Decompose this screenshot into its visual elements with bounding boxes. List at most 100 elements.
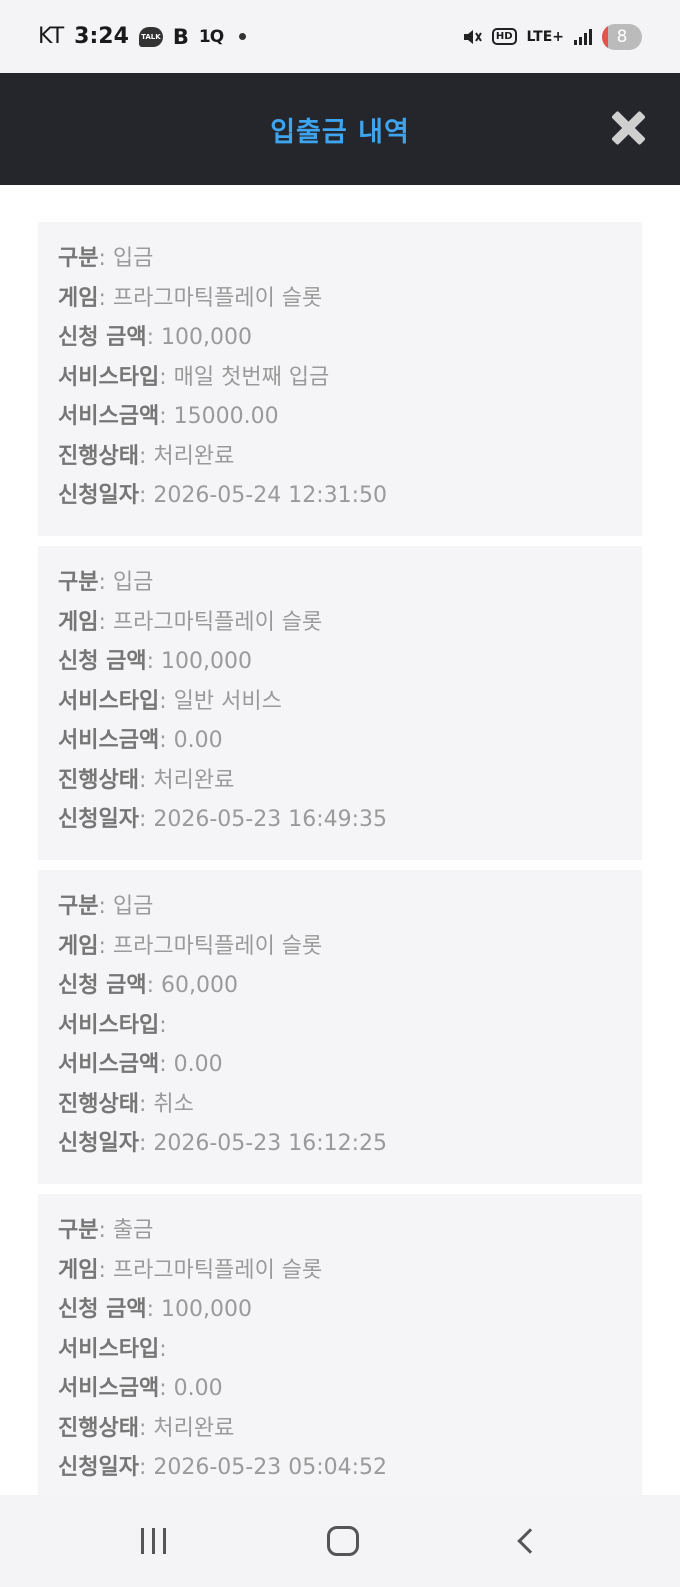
label-amount: 신청 금액 [58,649,147,674]
row-date: 신청일자: 2026-05-23 05:04:52 [58,1455,388,1480]
value-type: 입금 [112,570,154,595]
label-status: 진행상태 [58,1091,139,1117]
label-type: 구분 [58,570,99,595]
row-service-type: 서비스타입: 일반 서비스 [58,688,282,714]
row-game: 게임: 프라그마틱플레이 슬롯 [58,609,323,635]
row-status: 진행상태: 처리완료 [58,443,235,469]
label-status: 진행상태 [58,443,139,469]
transaction-list: 구분: 입금 게임: 프라그마틱플레이 슬롯 신청 금액: 100,000 서비… [38,222,642,1518]
value-service-amount: 15000.00 [173,404,279,429]
transaction-card: 구분: 출금 게임: 프라그마틱플레이 슬롯 신청 금액: 100,000 서비… [38,1194,642,1508]
row-status: 진행상태: 취소 [58,1091,194,1117]
row-service-amount: 서비스금액: 15000.00 [58,404,279,429]
lte-icon: LTE+ [526,28,564,45]
value-status: 처리완료 [153,767,235,793]
row-date: 신청일자: 2026-05-24 12:31:50 [58,483,388,508]
row-service-type: 서비스타입: 매일 첫번째 입금 [58,364,330,390]
value-amount: 100,000 [161,1297,253,1322]
row-service-amount: 서비스금액: 0.00 [58,728,223,753]
value-date: 2026-05-24 12:31:50 [153,483,388,508]
row-type: 구분: 입금 [58,570,154,595]
value-type: 입금 [112,246,154,271]
value-date: 2026-05-23 16:12:25 [153,1131,388,1156]
label-amount: 신청 금액 [58,973,147,998]
label-date: 신청일자 [58,1131,139,1156]
transaction-card: 구분: 입금 게임: 프라그마틱플레이 슬롯 신청 금액: 100,000 서비… [38,222,642,536]
home-icon[interactable] [327,1526,360,1556]
label-service-amount: 서비스금액 [58,1052,160,1077]
label-date: 신청일자 [58,483,139,508]
row-date: 신청일자: 2026-05-23 16:12:25 [58,1131,388,1156]
recent-apps-icon[interactable] [140,1528,166,1554]
signal-icon [574,28,592,45]
label-status: 진행상태 [58,767,139,793]
row-status: 진행상태: 처리완료 [58,1415,235,1441]
row-amount: 신청 금액: 100,000 [58,1297,253,1322]
b-app-icon: B [172,24,189,49]
row-game: 게임: 프라그마틱플레이 슬롯 [58,1257,323,1283]
label-game: 게임 [58,1257,99,1283]
clock: 3:24 [74,24,129,49]
label-game: 게임 [58,285,99,311]
system-nav-bar [0,1495,680,1587]
row-service-amount: 서비스금액: 0.00 [58,1376,223,1401]
row-amount: 신청 금액: 100,000 [58,325,253,350]
q-app-icon: 1Q [198,26,224,47]
more-notifications-icon [239,33,247,40]
label-service-amount: 서비스금액 [58,728,160,753]
value-type: 입금 [112,894,154,919]
transaction-card: 구분: 입금 게임: 프라그마틱플레이 슬롯 신청 금액: 100,000 서비… [38,546,642,860]
close-icon[interactable] [610,110,646,146]
value-amount: 60,000 [161,973,239,998]
row-game: 게임: 프라그마틱플레이 슬롯 [58,933,323,959]
vibrate-mute-icon [463,29,482,44]
label-service-type: 서비스타입 [58,688,160,714]
row-amount: 신청 금액: 60,000 [58,973,239,998]
label-type: 구분 [58,1218,99,1243]
value-date: 2026-05-23 05:04:52 [153,1455,388,1480]
carrier-label: KT [38,24,65,49]
label-service-amount: 서비스금액 [58,1376,160,1401]
row-service-amount: 서비스금액: 0.00 [58,1052,223,1077]
status-left: KT 3:24 TALK B 1Q [38,24,247,49]
page-title: 입출금 내역 [270,116,410,148]
row-type: 구분: 출금 [58,1218,154,1243]
value-service-amount: 0.00 [173,1052,223,1077]
row-service-type: 서비스타입: [58,1012,167,1038]
label-service-amount: 서비스금액 [58,404,160,429]
row-service-type: 서비스타입: [58,1336,167,1362]
back-icon[interactable] [517,1528,543,1554]
row-game: 게임: 프라그마틱플레이 슬롯 [58,285,323,311]
value-service-type: 일반 서비스 [173,688,282,714]
label-service-type: 서비스타입 [58,1336,160,1362]
value-amount: 100,000 [161,325,253,350]
label-type: 구분 [58,894,99,919]
label-date: 신청일자 [58,807,139,832]
kakaotalk-icon: TALK [138,26,163,47]
status-right: HD LTE+ 8 [462,23,642,50]
label-service-type: 서비스타입 [58,1012,160,1038]
label-date: 신청일자 [58,1455,139,1480]
battery-icon: 8 [602,23,642,50]
value-game: 프라그마틱플레이 슬롯 [112,285,323,311]
row-date: 신청일자: 2026-05-23 16:49:35 [58,807,388,832]
value-service-amount: 0.00 [173,728,223,753]
row-type: 구분: 입금 [58,246,154,271]
value-type: 출금 [112,1218,154,1243]
battery-level: 8 [616,26,628,47]
value-status: 처리완료 [153,443,235,469]
value-service-type: 매일 첫번째 입금 [173,364,330,390]
label-type: 구분 [58,246,99,271]
label-game: 게임 [58,609,99,635]
value-status: 취소 [153,1091,194,1117]
value-game: 프라그마틱플레이 슬롯 [112,1257,323,1283]
value-amount: 100,000 [161,649,253,674]
row-status: 진행상태: 처리완료 [58,767,235,793]
status-bar: KT 3:24 TALK B 1Q HD LTE+ 8 [0,0,680,73]
value-service-amount: 0.00 [173,1376,223,1401]
row-amount: 신청 금액: 100,000 [58,649,253,674]
label-game: 게임 [58,933,99,959]
value-game: 프라그마틱플레이 슬롯 [112,609,323,635]
label-service-type: 서비스타입 [58,364,160,390]
value-date: 2026-05-23 16:49:35 [153,807,388,832]
